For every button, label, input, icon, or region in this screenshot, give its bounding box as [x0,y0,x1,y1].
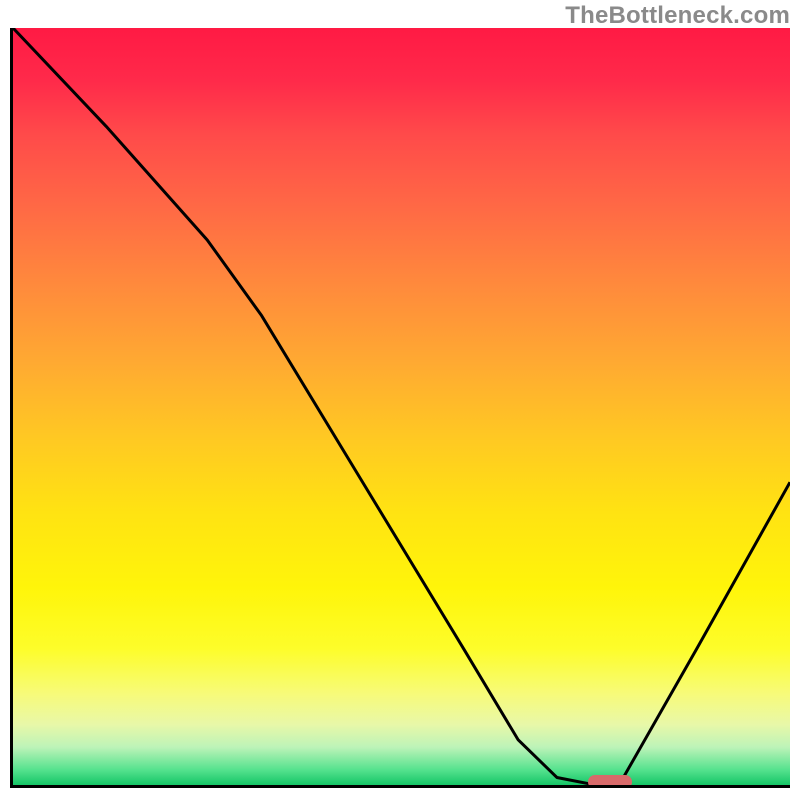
watermark-text: TheBottleneck.com [565,2,790,30]
curve-svg [13,28,790,785]
curve-path [13,28,790,785]
plot-area [10,28,790,788]
minimum-marker [588,775,632,788]
chart-container: TheBottleneck.com [0,0,800,800]
